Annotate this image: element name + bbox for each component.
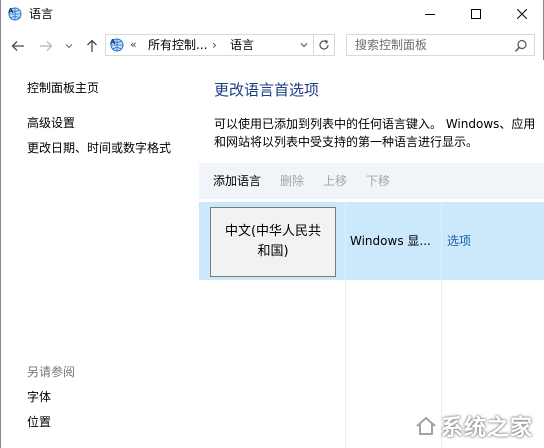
search-icon[interactable]: [514, 38, 528, 52]
forward-button[interactable]: [37, 36, 55, 56]
back-arrow-icon: [11, 41, 24, 51]
close-icon: [517, 9, 527, 19]
add-language-button[interactable]: 添加语言: [213, 173, 261, 189]
search-box[interactable]: [346, 34, 535, 56]
house-logo-icon: [416, 416, 436, 435]
breadcrumb-control-panel[interactable]: 所有控制...: [148, 37, 207, 53]
advanced-settings-link[interactable]: 高级设置: [27, 115, 75, 131]
maximize-button[interactable]: [453, 0, 499, 28]
recent-locations-button[interactable]: [63, 36, 75, 56]
language-status: Windows 显...: [350, 234, 431, 248]
globe-language-icon: A: [7, 6, 23, 22]
watermark: 系统之家: [415, 410, 533, 442]
language-options-link[interactable]: 选项: [447, 233, 471, 249]
control-panel-home-link[interactable]: 控制面板主页: [27, 80, 99, 96]
up-arrow-icon: [87, 39, 97, 52]
move-up-button[interactable]: 上移: [323, 173, 347, 189]
window-title: 语言: [29, 7, 54, 21]
minimize-icon: [425, 14, 435, 15]
left-pane: 控制面板主页 高级设置 更改日期、时间或数字格式 另请参阅 字体 位置: [1, 60, 199, 448]
svg-text:A: A: [8, 7, 14, 15]
location-link[interactable]: 位置: [27, 414, 51, 430]
forward-arrow-icon: [40, 41, 53, 51]
chevron-down-icon: [300, 43, 308, 48]
refresh-icon: [319, 39, 329, 50]
main-content: 更改语言首选项 可以使用已添加到列表中的任何语言键入。 Windows、应用和网…: [199, 60, 544, 448]
watermark-text: 系统之家: [440, 415, 533, 441]
language-toolbar: 添加语言 删除 上移 下移: [199, 163, 544, 199]
svg-text:A: A: [110, 38, 116, 46]
language-window: A 语言 A « 所有控制... › 语言 搜索控制面板 控制面板主页 高级设置…: [0, 0, 544, 448]
see-also-heading: 另请参阅: [27, 365, 76, 379]
column-divider: [345, 202, 346, 448]
chevron-down-icon: [65, 44, 73, 49]
address-bar[interactable]: A « 所有控制... › 语言: [105, 34, 335, 56]
refresh-button[interactable]: [313, 35, 334, 55]
title-bar: A 语言: [1, 0, 543, 28]
globe-language-icon: A: [109, 37, 125, 53]
breadcrumb-separator[interactable]: ›: [212, 37, 217, 53]
navigation-bar: A « 所有控制... › 语言: [1, 32, 543, 60]
move-down-button[interactable]: 下移: [366, 173, 390, 189]
language-list-item[interactable]: 中文(中华人民共和国) Windows 显... 选项: [199, 202, 544, 280]
up-button[interactable]: [83, 36, 101, 56]
address-dropdown-button[interactable]: [295, 35, 313, 55]
fonts-link[interactable]: 字体: [27, 389, 51, 405]
change-date-time-format-link[interactable]: 更改日期、时间或数字格式: [27, 140, 171, 156]
page-title: 更改语言首选项: [214, 81, 320, 99]
remove-button[interactable]: 删除: [280, 173, 304, 189]
address-overflow-chevron[interactable]: «: [130, 37, 137, 53]
breadcrumb-language[interactable]: 语言: [230, 37, 254, 53]
language-name-tile[interactable]: 中文(中华人民共和国): [210, 207, 336, 277]
page-description: 可以使用已添加到列表中的任何语言键入。 Windows、应用和网站将以列表中受支…: [214, 117, 536, 149]
search-input[interactable]: [355, 37, 505, 53]
close-button[interactable]: [499, 0, 544, 28]
maximize-icon: [471, 9, 481, 19]
back-button[interactable]: [9, 36, 27, 56]
minimize-button[interactable]: [407, 0, 453, 28]
